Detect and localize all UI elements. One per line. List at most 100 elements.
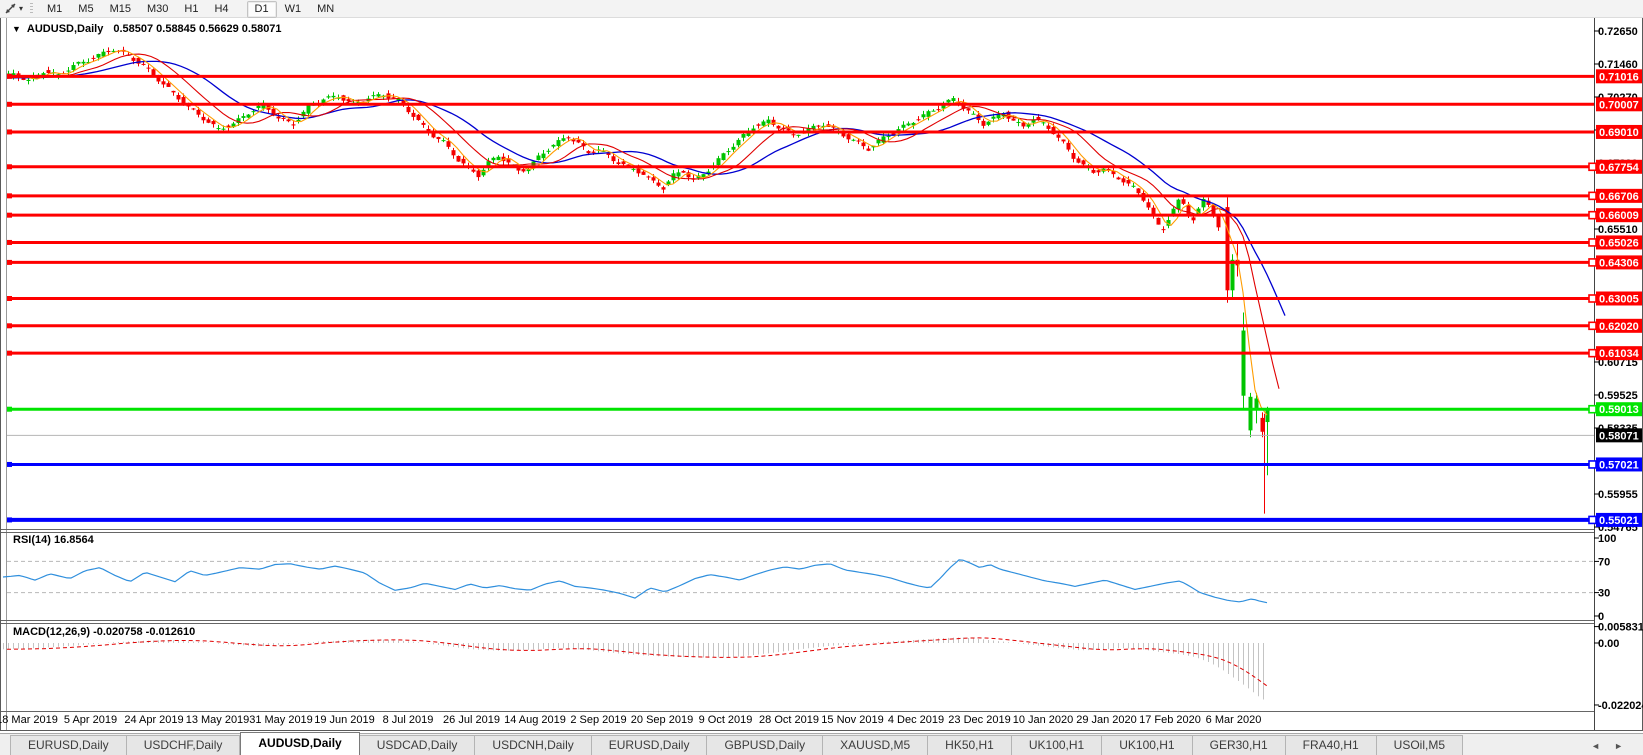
rsi-panel: 10070300 [3,533,1616,623]
date-label: 2 Sep 2019 [570,714,626,726]
timeframe-button-group: M1M5M15M30H1H4 D1W1MN [39,3,342,15]
price-level-label-0.58071: 0.58071 [1599,430,1639,442]
line-handle-right[interactable] [1589,192,1596,199]
chart-symbol-period: AUDUSD,Daily [27,23,103,35]
tab-GBPUSD-Daily[interactable]: GBPUSD,Daily [707,735,823,755]
date-label: 8 Jul 2019 [383,714,434,726]
axis-tick-0.71460: 0.71460 [1598,59,1638,71]
date-label: 31 May 2019 [249,714,313,726]
rsi-scale-30: 30 [1598,588,1610,600]
line-handle-left[interactable] [7,351,12,356]
line-handle-right[interactable] [1589,461,1596,468]
price-level-label-0.70007: 0.70007 [1599,99,1639,111]
price-level-label-0.55021: 0.55021 [1599,515,1639,527]
tab-UK100-H1[interactable]: UK100,H1 [1102,735,1192,755]
line-handle-right[interactable] [1589,212,1596,219]
crosshair-tool-button[interactable]: ▾ [0,2,26,15]
date-label: 9 Oct 2019 [699,714,753,726]
tab-HK50-H1[interactable]: HK50,H1 [928,735,1012,755]
time-axis[interactable]: 18 Mar 2019 5 Apr 2019 24 Apr 201913 May 2… [0,714,1643,730]
date-label: 19 Jun 2019 [314,714,375,726]
line-handle-right[interactable] [1589,259,1596,266]
crosshair-tool-icon [4,2,17,15]
line-handle-right[interactable] [1589,406,1596,413]
tab-USDCHF-Daily[interactable]: USDCHF,Daily [127,735,241,755]
date-label: 15 Nov 2019 [821,714,883,726]
line-handle-left[interactable] [7,517,12,522]
tab-GER30-H1[interactable]: GER30,H1 [1193,735,1286,755]
line-handle-right[interactable] [1589,350,1596,357]
price-level-label-0.67754: 0.67754 [1599,162,1640,174]
timeframe-button-M30[interactable]: M30 [139,1,176,18]
macd-scale--0.022024: -0.022024 [1598,700,1643,712]
chevron-down-icon: ▾ [19,4,23,13]
timeframe-button-M15[interactable]: M15 [102,1,139,18]
line-handle-left[interactable] [7,260,12,265]
tab-XAUUSD-M5[interactable]: XAUUSD,M5 [823,735,928,755]
line-handle-right[interactable] [1589,516,1596,523]
date-label: 17 Feb 2020 [1139,714,1201,726]
line-handle-left[interactable] [7,323,12,328]
price-level-label-0.66009: 0.66009 [1599,210,1639,222]
line-handle-left[interactable] [7,129,12,134]
tab-UK100-H1[interactable]: UK100,H1 [1012,735,1102,755]
tab-FRA40-H1[interactable]: FRA40,H1 [1286,735,1377,755]
date-label: 29 Jan 2020 [1076,714,1137,726]
rsi-line [3,560,1267,603]
chart-ohlc-values: 0.58507 0.58845 0.56629 0.58071 [113,23,281,35]
date-label: 4 Dec 2019 [888,714,944,726]
price-level-label-0.57021: 0.57021 [1599,459,1639,471]
tab-scroll-arrows[interactable]: ◄► [1591,741,1637,751]
timeframe-button-MN[interactable]: MN [309,1,342,18]
tab-USDCNH-Daily[interactable]: USDCNH,Daily [475,735,591,755]
rsi-scale-70: 70 [1598,556,1610,568]
date-label: 23 Dec 2019 [948,714,1010,726]
date-label: 24 Apr 2019 [124,714,183,726]
timeframe-button-H1[interactable]: H1 [176,1,206,18]
date-label: 26 Jul 2019 [443,714,500,726]
price-axis[interactable]: 0.726500.714600.702700.690800.678900.667… [1589,26,1642,534]
tab-EURUSD-Daily[interactable]: EURUSD,Daily [10,735,127,755]
line-handle-left[interactable] [7,193,12,198]
date-label: 10 Jan 2020 [1013,714,1074,726]
toolbar-grip [30,3,33,15]
tab-EURUSD-Daily[interactable]: EURUSD,Daily [592,735,708,755]
axis-tick-0.65510: 0.65510 [1598,224,1638,236]
line-handle-left[interactable] [7,407,12,412]
tab-USDCAD-Daily[interactable]: USDCAD,Daily [360,735,476,755]
line-handle-left[interactable] [7,164,12,169]
date-label: 13 May 2019 [186,714,250,726]
macd-scale-0.00: 0.00 [1598,638,1619,650]
timeframe-button-M1[interactable]: M1 [39,1,70,18]
timeframe-button-H4[interactable]: H4 [206,1,236,18]
price-level-label-0.62020: 0.62020 [1599,321,1639,333]
chart-tab-bar: EURUSD,DailyUSDCHF,DailyAUDUSD,DailyUSDC… [0,733,1643,755]
line-handle-right[interactable] [1589,163,1596,170]
date-label: 18 Mar 2019 [0,714,58,726]
timeframe-button-D1[interactable]: D1 [247,1,277,18]
tab-AUDUSD-Daily[interactable]: AUDUSD,Daily [240,732,359,755]
line-handle-right[interactable] [1589,322,1596,329]
price-level-label-0.63005: 0.63005 [1599,293,1639,305]
price-level-label-0.66706: 0.66706 [1599,191,1639,203]
collapse-triangle-icon[interactable]: ▼ [12,24,21,34]
chart-canvas[interactable]: 0.726500.714600.702700.690800.678900.667… [0,0,1643,755]
price-level-label-0.71016: 0.71016 [1599,71,1639,83]
ma-slow-line [7,61,1285,315]
line-handle-left[interactable] [7,74,12,79]
date-label: 5 Apr 2019 [64,714,117,726]
line-handle-left[interactable] [7,296,12,301]
timeframe-button-M5[interactable]: M5 [70,1,101,18]
line-handle-right[interactable] [1589,295,1596,302]
rsi-indicator-label: RSI(14) 16.8564 [13,534,94,546]
macd-panel: 0.0058310.00-0.022024 [4,622,1643,712]
line-handle-left[interactable] [7,102,12,107]
line-handle-left[interactable] [7,240,12,245]
line-handle-left[interactable] [7,213,12,218]
macd-indicator-label: MACD(12,26,9) -0.020758 -0.012610 [13,626,195,638]
line-handle-right[interactable] [1589,239,1596,246]
price-level-label-0.61034: 0.61034 [1599,348,1640,360]
tab-USOil-M5[interactable]: USOil,M5 [1377,735,1463,755]
line-handle-left[interactable] [7,462,12,467]
timeframe-button-W1[interactable]: W1 [277,1,310,18]
